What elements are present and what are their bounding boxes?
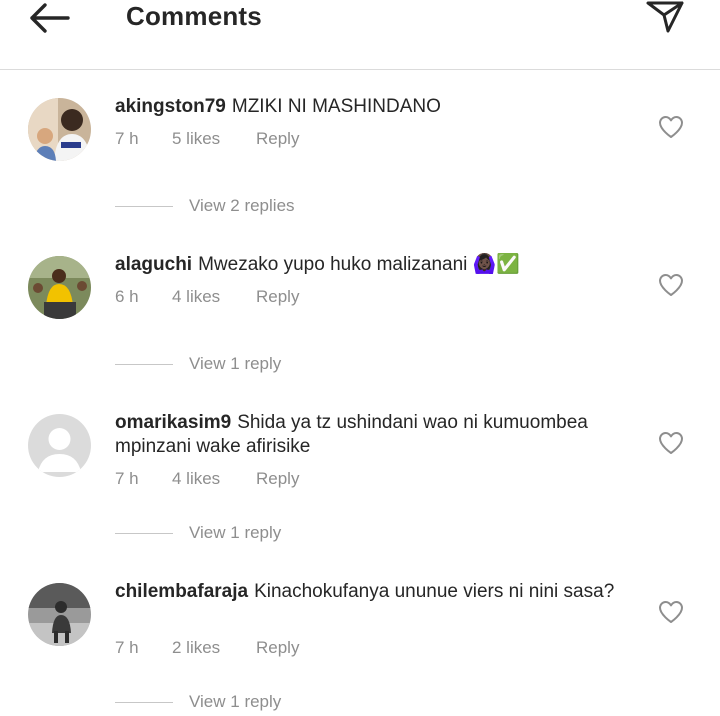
heart-icon[interactable]: [658, 273, 684, 297]
arrow-left-icon: [30, 3, 70, 33]
reply-button[interactable]: Reply: [256, 638, 299, 658]
replies-divider: [115, 363, 173, 365]
avatar[interactable]: [28, 98, 91, 161]
replies-divider: [115, 205, 173, 207]
comment-likes[interactable]: 2 likes: [172, 638, 256, 658]
heart-icon[interactable]: [658, 115, 684, 139]
comments-header: Comments: [0, 0, 720, 70]
replies-divider: [115, 532, 173, 534]
view-replies-button[interactable]: View 1 reply: [115, 523, 281, 543]
comment-username[interactable]: alaguchi: [115, 254, 192, 275]
user-photo-avatar: [28, 256, 91, 319]
comment-username[interactable]: omarikasim9: [115, 412, 231, 433]
avatar[interactable]: [28, 256, 91, 319]
avatar[interactable]: [28, 583, 91, 646]
comment-text: Kinachokufanya ununue viers ni nini sasa…: [254, 581, 615, 602]
reply-button[interactable]: Reply: [256, 469, 299, 489]
heart-icon[interactable]: [658, 431, 684, 455]
back-button[interactable]: [26, 0, 72, 36]
paper-plane-icon: [646, 1, 684, 33]
comment-time: 7 h: [115, 129, 139, 148]
user-photo-avatar: [28, 98, 91, 161]
comment-time: 7 h: [115, 469, 139, 488]
comment-username[interactable]: chilembafaraja: [115, 581, 248, 602]
comment-time: 7 h: [115, 638, 139, 657]
reply-button[interactable]: Reply: [256, 287, 299, 307]
view-replies-label: View 2 replies: [189, 196, 295, 215]
comment-time: 6 h: [115, 287, 139, 306]
reply-button[interactable]: Reply: [256, 129, 299, 149]
view-replies-button[interactable]: View 1 reply: [115, 692, 281, 712]
view-replies-label: View 1 reply: [189, 523, 282, 542]
comment-text: Mwezako yupo huko malizanani 🙆🏿‍♀️✅: [198, 254, 520, 275]
page-title: Comments: [126, 1, 262, 31]
comment-likes[interactable]: 4 likes: [172, 469, 256, 489]
view-replies-button[interactable]: View 1 reply: [115, 354, 281, 374]
share-button[interactable]: [644, 0, 686, 34]
view-replies-button[interactable]: View 2 replies: [115, 196, 295, 216]
comment-likes[interactable]: 4 likes: [172, 287, 256, 307]
comment-username[interactable]: akingston79: [115, 96, 226, 117]
heart-icon[interactable]: [658, 600, 684, 624]
view-replies-label: View 1 reply: [189, 354, 282, 373]
user-photo-avatar: [28, 583, 91, 646]
default-user-avatar: [28, 414, 91, 477]
comment-text: MZIKI NI MASHINDANO: [231, 96, 441, 117]
view-replies-label: View 1 reply: [189, 692, 282, 711]
avatar[interactable]: [28, 414, 91, 477]
comment-likes[interactable]: 5 likes: [172, 129, 256, 149]
replies-divider: [115, 701, 173, 703]
